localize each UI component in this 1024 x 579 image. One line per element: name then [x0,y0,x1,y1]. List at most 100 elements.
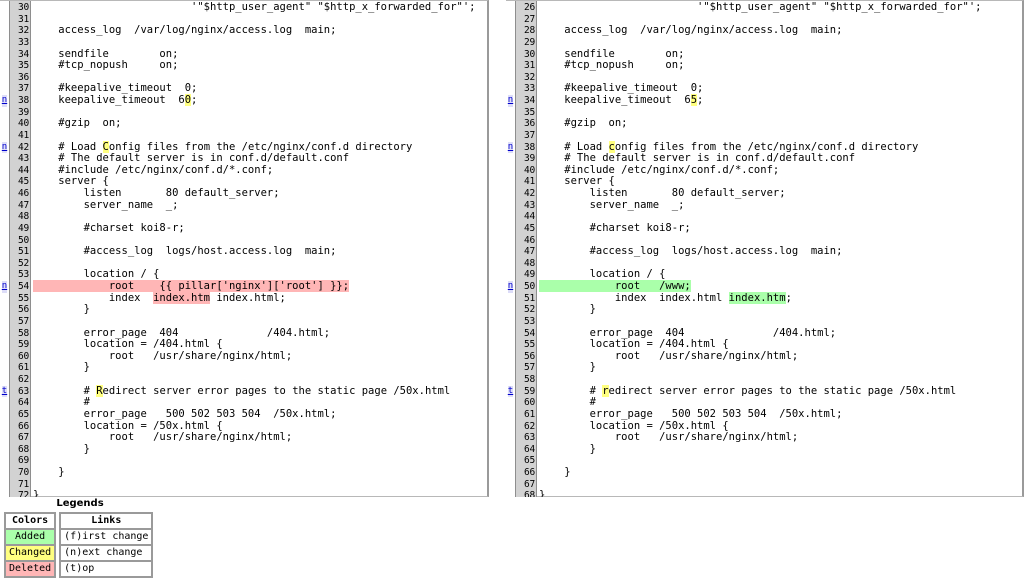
code-segment: } [33,442,90,455]
legend-color-added: Added [5,529,56,545]
code-segment: ; [785,291,792,304]
line-number: 48 [523,257,535,269]
change-link-cell [0,316,9,328]
code-segment: #gzip on; [539,117,628,130]
code-segment: } [539,489,546,497]
change-link-cell [0,246,9,258]
line-number: 36 [17,71,29,83]
line-number: 56 [523,350,535,362]
code-line: } [539,362,1022,374]
code-segment: edirect server error pages to the static… [608,384,957,397]
legend-link-item[interactable]: (f)irst change [60,529,153,545]
change-link-cell [0,165,9,177]
change-link-cell[interactable]: n [506,281,515,293]
code-segment: } [33,489,40,497]
change-link-n[interactable]: n [1,281,8,293]
change-link-cell [0,455,9,467]
code-segment: location = /50x.html { [539,419,729,432]
code-segment: # Load [539,140,609,153]
line-number: 61 [17,362,29,374]
code-line: server_name _; [539,198,1022,212]
code-segment: # Load [33,140,103,153]
line-number: 33 [523,83,535,95]
change-link-n[interactable]: n [507,281,514,293]
change-link-cell [0,397,9,409]
change-link-cell [0,258,9,270]
line-number: 62 [523,420,535,432]
code-segment: '"$http_user_agent" "$http_x_forwarded_f… [33,1,476,13]
change-link-cell [506,14,515,26]
code-segment: } [33,361,90,374]
line-number: 51 [17,246,29,258]
change-link-cell [506,153,515,165]
code-segment: #tcp_nopush on; [33,59,179,72]
line-number: 33 [17,36,29,48]
code-segment: sendfile on; [33,47,179,60]
code-line: } [539,489,1022,497]
change-link-cell [0,72,9,84]
line-number: 60 [17,350,29,362]
line-number: 35 [523,106,535,118]
change-link-t[interactable]: t [507,385,514,398]
change-link-cell[interactable]: n [0,281,9,293]
change-link-n[interactable]: n [1,141,8,154]
code-segment: #tcp_nopush on; [539,59,685,72]
code-segment: #include /etc/nginx/conf.d/*.conf; [33,163,274,176]
change-link-t[interactable]: t [1,385,8,398]
change-link-cell [506,421,515,433]
code-segment: server_name _; [539,198,685,211]
line-number: 31 [17,13,29,25]
code-segment: access_log /var/log/nginx/access.log mai… [33,24,337,37]
code-line: #gzip on; [33,117,487,130]
change-link-cell [0,490,9,497]
code-line: index index.html index.htm; [539,291,1022,305]
legend-link-row[interactable]: (f)irst change [60,529,153,545]
line-number: 47 [523,246,535,258]
code-segment: # [539,396,596,409]
line-number: 48 [17,211,29,223]
line-number: 68 [523,490,535,497]
code-segment: } [539,361,596,374]
legend-link-row[interactable]: (t)op [60,561,153,577]
legend-link-item[interactable]: (n)ext change [60,545,153,561]
change-link-cell[interactable]: n [506,95,515,107]
change-link-n[interactable]: n [1,95,8,107]
change-link-cell [506,432,515,444]
change-link-n[interactable]: n [507,141,514,154]
change-link-cell[interactable]: n [0,141,9,154]
line-number: 57 [17,315,29,327]
change-link-cell[interactable]: n [506,141,515,154]
line-number: 67 [17,432,29,444]
code-segment-highlight: root /www; [539,280,691,292]
line-number: 42 [17,141,29,153]
code-segment: # The default server is in conf.d/defaul… [539,152,856,165]
code-segment: server_name _; [33,198,179,211]
line-number: 47 [17,199,29,211]
legend-link-item[interactable]: (t)op [60,561,153,577]
change-link-n[interactable]: n [507,95,514,107]
code-segment: } [33,466,65,478]
diff-viewer-page: nnnt 30 31 32 33 34 35 36 37 38 39 40 41 42 43 44 45 46 4… [0,0,1024,579]
code-segment: } [539,466,571,478]
code-line: } [33,466,487,479]
change-link-cell [0,223,9,235]
change-link-cell[interactable]: t [0,385,9,398]
left-change-link-column: n n n t [0,1,9,497]
line-number: 53 [523,315,535,327]
diff-pane-left: nnnt 30 31 32 33 34 35 36 37 38 39 40 41 42 43 44 45 46 4… [0,0,489,497]
left-code-column[interactable]: '"$http_user_agent" "$http_x_forwarded_f… [31,1,487,497]
code-line: } [33,442,487,456]
code-line: } [539,443,1022,456]
change-link-cell[interactable]: t [506,385,515,398]
line-number: 37 [523,129,535,141]
line-number: 40 [17,118,29,130]
legend-links-table: Links (f)irst change (n)ext change (t)op [59,512,154,578]
line-number: 49 [523,269,535,281]
change-link-cell [506,316,515,328]
right-code-column[interactable]: '"$http_user_agent" "$http_x_forwarded_f… [537,1,1022,497]
change-link-cell [506,176,515,188]
change-link-cell [0,351,9,363]
change-link-cell[interactable]: n [0,95,9,107]
legend-link-row[interactable]: (n)ext change [60,545,153,561]
change-link-cell [506,479,515,491]
